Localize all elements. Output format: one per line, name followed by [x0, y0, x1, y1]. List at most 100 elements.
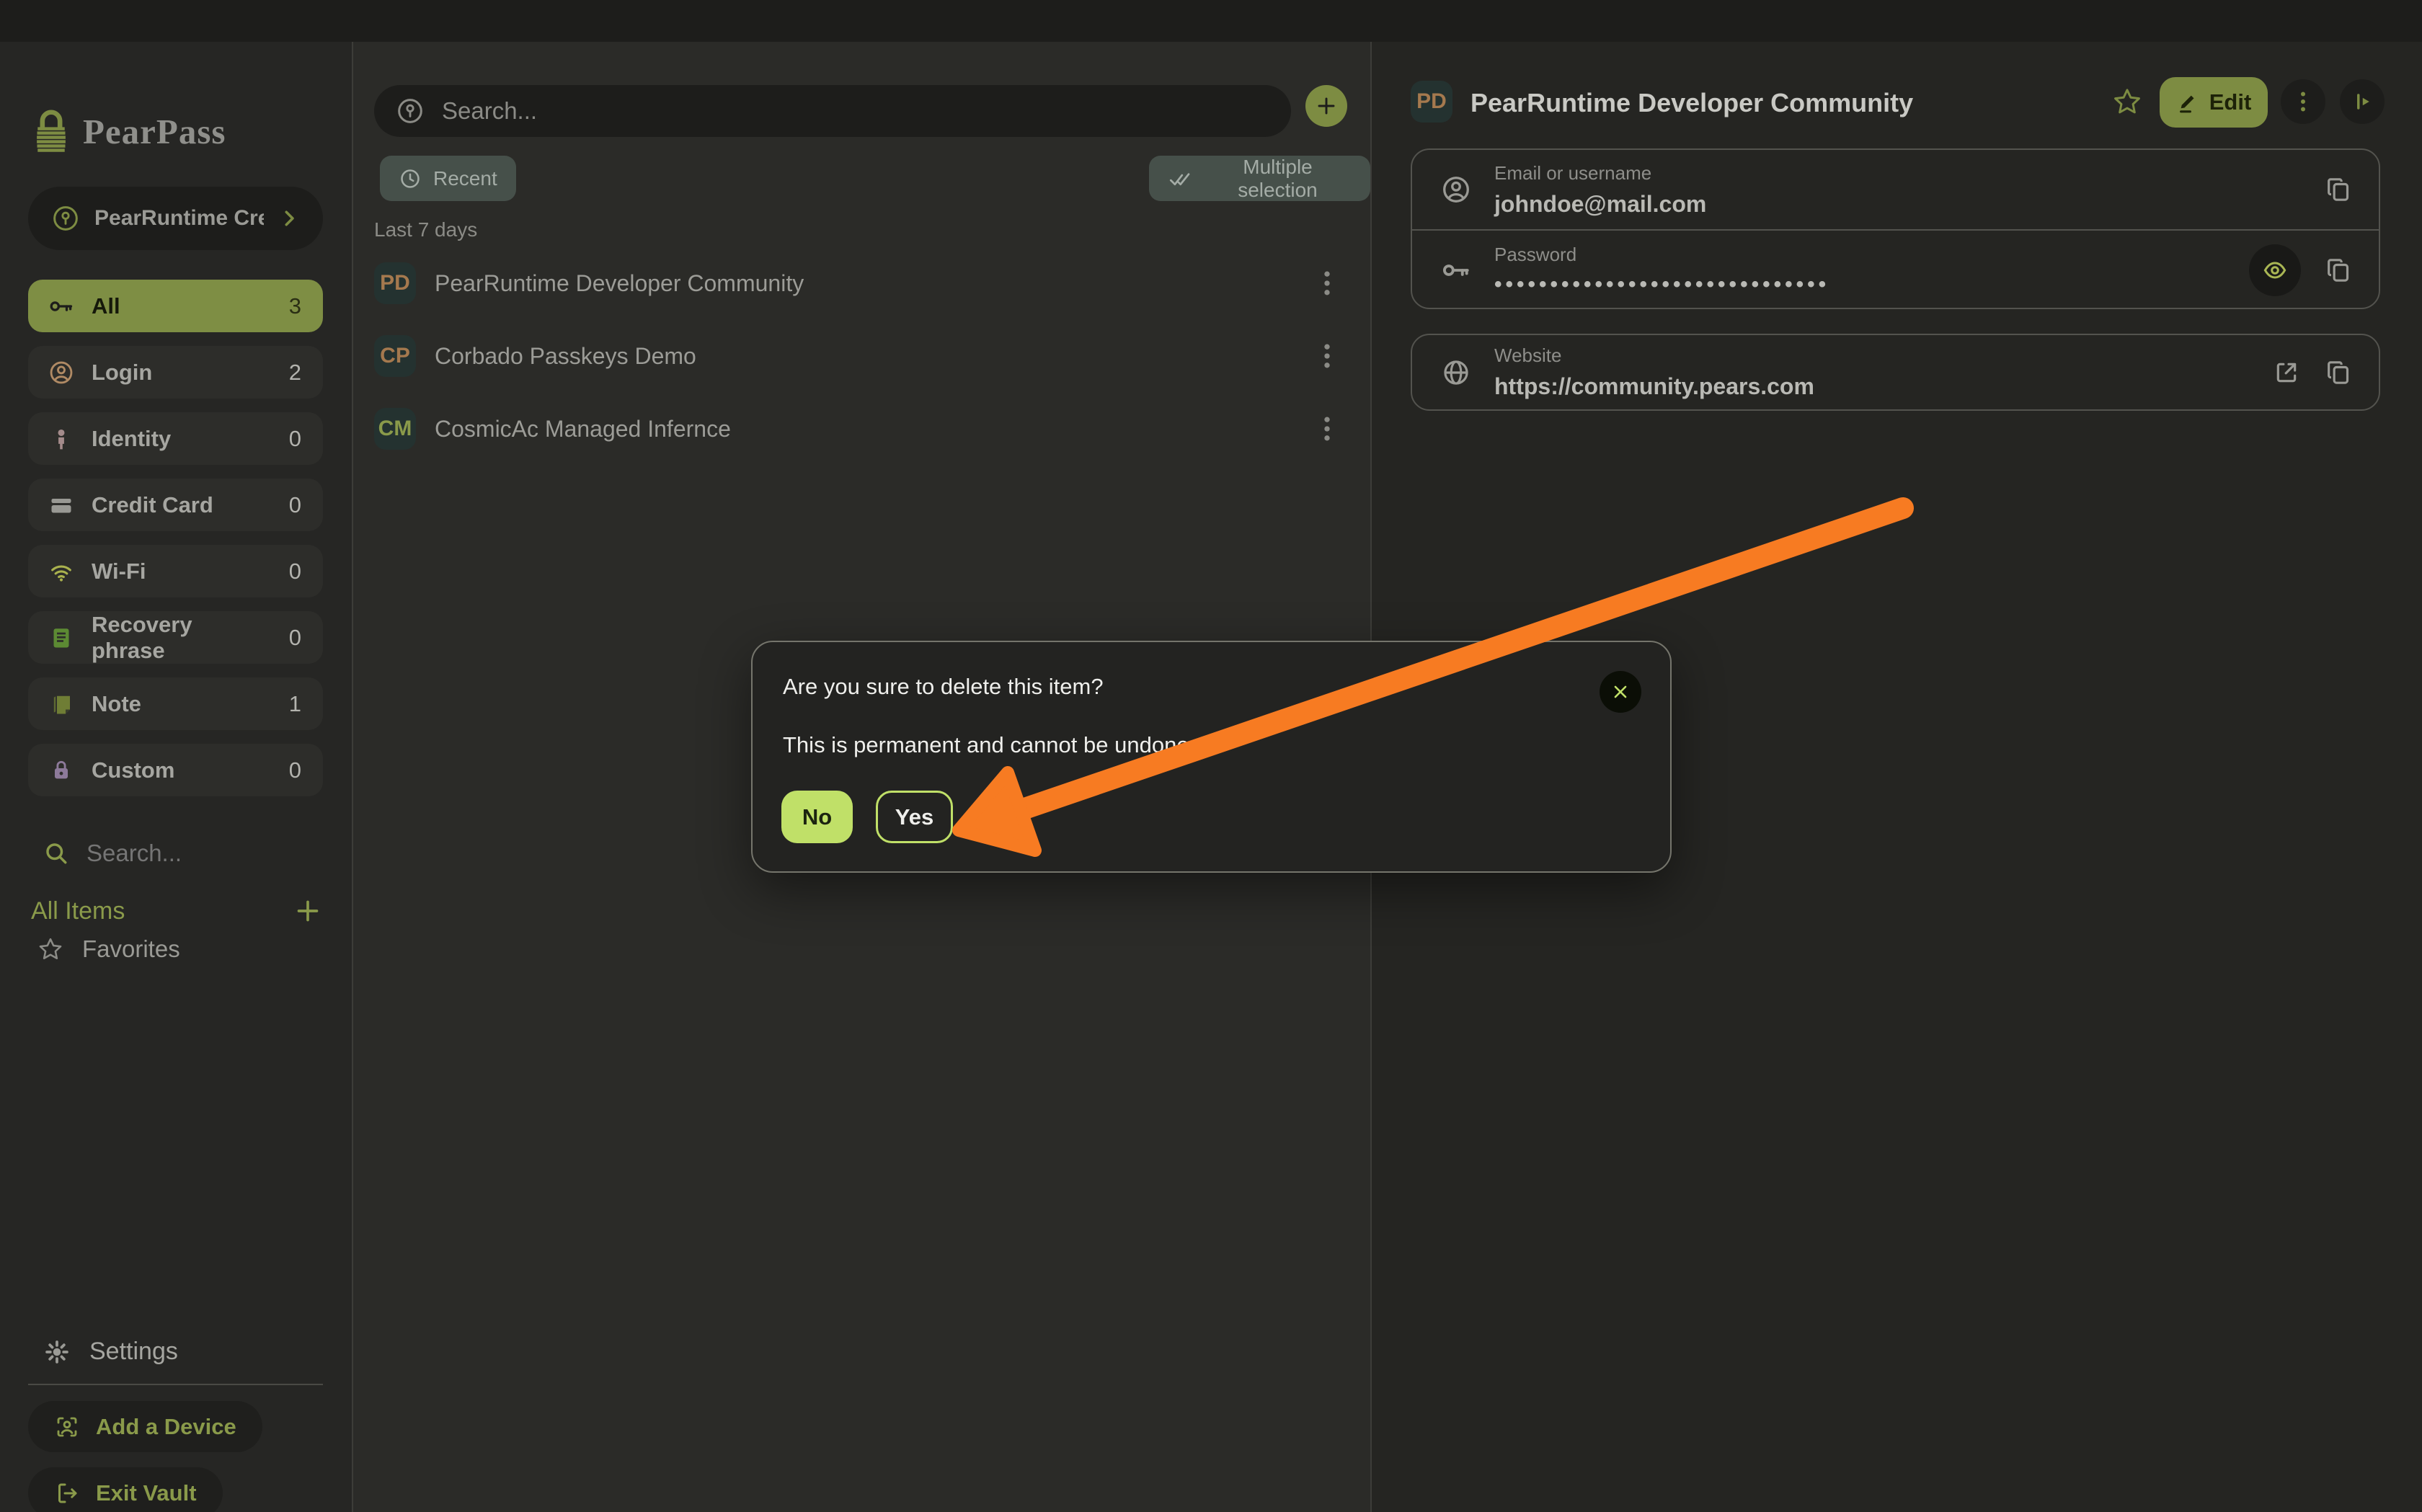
sidebar-search-input[interactable] — [85, 839, 304, 868]
dialog-close-button[interactable] — [1600, 671, 1641, 713]
list-item-pearruntime[interactable]: PD PearRuntime Developer Community — [374, 251, 1349, 316]
search-icon — [43, 840, 69, 866]
category-label: Note — [92, 691, 272, 717]
website-field-label: Website — [1494, 344, 2249, 367]
list-item-corbado[interactable]: CP Corbado Passkeys Demo — [374, 324, 1349, 388]
wifi-icon — [48, 559, 74, 584]
item-title: Corbado Passkeys Demo — [435, 343, 1305, 370]
user-circle-icon — [48, 360, 74, 386]
vault-key-icon — [51, 204, 80, 233]
vault-name: PearRuntime Cre... — [94, 206, 264, 231]
globe-icon — [1441, 357, 1471, 388]
dialog-yes-button[interactable]: Yes — [876, 791, 953, 843]
lock-icon — [48, 757, 74, 783]
recent-filter-chip[interactable]: Recent — [380, 156, 516, 201]
add-item-button[interactable] — [1305, 85, 1347, 127]
document-icon — [48, 625, 74, 651]
exit-vault-button[interactable]: Exit Vault — [28, 1467, 223, 1512]
detail-initials: PD — [1416, 89, 1447, 114]
item-menu-button[interactable] — [1305, 262, 1349, 305]
category-count: 0 — [289, 426, 301, 452]
list-search-bar[interactable] — [374, 85, 1291, 137]
copy-website-button[interactable] — [2324, 358, 2353, 387]
more-options-button[interactable] — [2281, 79, 2325, 124]
sidebar-category-custom[interactable]: Custom 0 — [28, 744, 323, 796]
favorite-star-button[interactable] — [2112, 86, 2142, 117]
double-check-icon — [1168, 166, 1192, 191]
item-menu-button[interactable] — [1305, 334, 1349, 378]
sidebar-category-all[interactable]: All 3 — [28, 280, 323, 332]
category-count: 0 — [289, 492, 301, 518]
recent-label: Recent — [433, 167, 497, 190]
ellipsis-vertical-icon — [1311, 267, 1343, 299]
multiple-selection-chip[interactable]: Multiple selection — [1149, 156, 1370, 201]
category-label: All — [92, 293, 272, 319]
email-field-row: Email or username johndoe@mail.com — [1412, 150, 2379, 229]
sidebar-category-recovery-phrase[interactable]: Recovery phrase 0 — [28, 611, 323, 664]
sidebar-category-login[interactable]: Login 2 — [28, 346, 323, 399]
copy-email-button[interactable] — [2324, 175, 2353, 204]
sidebar: PearPass PearRuntime Cre... All 3 Login … — [0, 42, 352, 1512]
sidebar-category-identity[interactable]: Identity 0 — [28, 412, 323, 465]
logout-icon — [54, 1480, 80, 1506]
clock-icon — [399, 167, 422, 190]
sidebar-search[interactable] — [43, 839, 317, 868]
pearpass-app-window: PearPass PearRuntime Cre... All 3 Login … — [0, 0, 2422, 1512]
search-key-icon — [396, 97, 425, 125]
copy-password-button[interactable] — [2324, 256, 2353, 285]
reveal-password-button[interactable] — [2249, 244, 2301, 296]
app-logo: PearPass — [31, 108, 226, 154]
favorites-label: Favorites — [82, 935, 180, 963]
all-items-link[interactable]: All Items — [31, 897, 278, 925]
vault-selector[interactable]: PearRuntime Cre... — [28, 187, 323, 250]
item-avatar: CP — [374, 335, 416, 377]
app-title: PearPass — [83, 111, 226, 152]
category-label: Credit Card — [92, 492, 272, 518]
password-field-label: Password — [1494, 244, 2226, 266]
settings-row[interactable]: Settings — [43, 1338, 178, 1366]
pencil-icon — [2176, 91, 2199, 114]
item-initials: PD — [380, 271, 410, 295]
category-count: 0 — [289, 625, 301, 651]
category-nav: All 3 Login 2 Identity 0 Credit Card 0 W… — [28, 280, 323, 810]
item-menu-button[interactable] — [1305, 407, 1349, 450]
list-item-cosmicac[interactable]: CM CosmicAc Managed Infernce — [374, 396, 1349, 461]
category-count: 1 — [289, 691, 301, 717]
website-field-value: https://community.pears.com — [1494, 373, 2249, 400]
collapse-panel-icon — [2349, 89, 2375, 115]
copy-icon — [2324, 175, 2353, 204]
sidebar-category-note[interactable]: Note 1 — [28, 677, 323, 730]
open-website-button[interactable] — [2272, 358, 2301, 387]
category-label: Wi-Fi — [92, 559, 272, 584]
category-label: Custom — [92, 757, 272, 783]
sidebar-category-wifi[interactable]: Wi-Fi 0 — [28, 545, 323, 597]
chevron-right-icon — [278, 208, 300, 229]
add-device-button[interactable]: Add a Device — [28, 1401, 262, 1452]
dialog-no-button[interactable]: No — [781, 791, 853, 843]
delete-confirm-dialog: Are you sure to delete this item? This i… — [751, 641, 1672, 873]
ellipsis-vertical-icon — [1311, 413, 1343, 445]
multiple-selection-label: Multiple selection — [1204, 156, 1352, 202]
website-field-row: Website https://community.pears.com — [1412, 335, 2379, 409]
user-circle-icon — [1441, 174, 1471, 205]
category-count: 3 — [289, 293, 301, 319]
external-link-icon — [2272, 358, 2301, 387]
add-collection-plus-icon[interactable] — [293, 897, 322, 925]
item-title: CosmicAc Managed Infernce — [435, 416, 1305, 443]
collapse-panel-button[interactable] — [2340, 79, 2385, 124]
all-items-row: All Items — [31, 897, 322, 925]
favorites-row[interactable]: Favorites — [37, 935, 180, 963]
item-initials: CP — [380, 344, 410, 368]
list-search-input[interactable] — [440, 97, 1269, 125]
credentials-card: Email or username johndoe@mail.com Passw… — [1411, 148, 2380, 309]
edit-label: Edit — [2209, 89, 2252, 115]
key-icon — [1441, 255, 1471, 285]
note-icon — [48, 691, 74, 717]
sidebar-category-credit-card[interactable]: Credit Card 0 — [28, 479, 323, 531]
edit-button[interactable]: Edit — [2160, 77, 2268, 128]
password-field-row: Password •••••••••••••••••••••••••••••• — [1412, 231, 2379, 309]
email-field-label: Email or username — [1494, 162, 2301, 184]
detail-avatar: PD — [1411, 81, 1452, 123]
credit-card-icon — [48, 492, 74, 518]
copy-icon — [2324, 256, 2353, 285]
